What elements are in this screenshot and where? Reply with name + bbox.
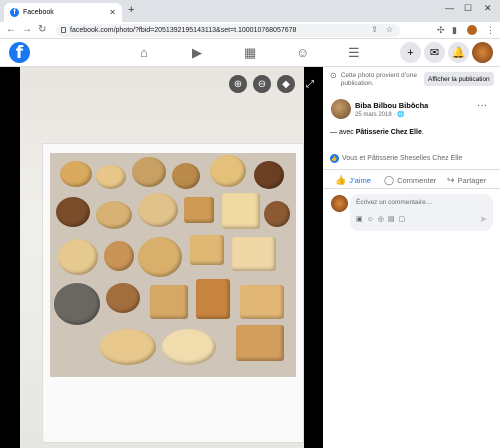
like-button[interactable]: 👍 J’aime [335,175,371,186]
thumbs-up-icon: 👍 [335,175,347,185]
photo-viewer: ⊕ ⊖ ◆ ⤢ [0,67,323,448]
pastry-tray-image [50,153,296,377]
sticker-icon: ▣ [356,216,367,223]
notifications-icon[interactable]: 🔔 [448,42,469,63]
show-post-button[interactable]: Afficher la publication [424,72,494,86]
profile-avatar[interactable] [467,25,477,35]
minimize-window-icon[interactable]: — [445,3,454,13]
post-date[interactable]: 25 mars 2018 · 🌐 [355,111,405,118]
more-options-icon[interactable]: ··· [477,100,487,111]
menu-icon[interactable]: ☰ [348,45,360,61]
back-icon[interactable]: ← [6,24,16,35]
groups-icon[interactable]: ☺ [296,45,309,60]
tag-icon[interactable]: ◆ [277,75,295,93]
fullscreen-icon[interactable]: ⤢ [301,75,319,93]
globe-icon: ⊙ [330,71,337,80]
gif-icon: ▤ [387,216,399,223]
bookmark-star-icon[interactable]: ☆ [386,25,393,34]
url-bar[interactable]: facebook.com/photo/?fbid=205139219514311… [56,24,400,37]
comment-input[interactable]: Écrivez un commentaire… ▣☺◎▤▢ ➤ [350,194,493,231]
share-button[interactable]: ↪ Partager [447,175,486,186]
share-arrow-icon: ↪ [447,175,455,185]
post-photo[interactable] [20,67,304,448]
public-globe-icon: 🌐 [397,112,405,118]
extensions-icon[interactable]: ✣ [437,25,445,36]
tagged-page-link[interactable]: Pâtisserie Chez Elle [356,129,422,136]
marketplace-icon[interactable]: ▦ [244,45,256,61]
comment-placeholder: Écrivez un commentaire… [356,199,433,206]
reactions-summary[interactable]: 👍 Vous et Pâtisserie Sheselles Chez Elle [330,154,462,163]
comment-tools[interactable]: ▣☺◎▤▢ [356,215,409,223]
like-reaction-icon: 👍 [330,154,339,163]
maximize-window-icon[interactable]: ☐ [464,3,472,14]
close-window-icon[interactable]: ✕ [484,3,492,14]
create-icon[interactable]: + [400,42,421,63]
browser-tab[interactable]: f Facebook ✕ [4,3,122,22]
zoom-out-icon[interactable]: ⊖ [253,75,271,93]
watch-icon[interactable]: ▶ [192,45,202,61]
post-notice: ⊙ Cette photo provient d’une publication… [330,72,420,88]
commenter-avatar [331,195,348,212]
avatar-sticker-icon: ▢ [398,216,410,223]
home-icon[interactable]: ⌂ [140,45,148,60]
notice-text: Cette photo provient d’une publication. [340,72,417,87]
sidepanel-icon[interactable]: ▮ [452,25,457,36]
camera-icon: ◎ [377,216,388,223]
reload-icon[interactable]: ↻ [38,24,46,35]
tab-title: Facebook [23,9,54,16]
zoom-in-icon[interactable]: ⊕ [229,75,247,93]
share-page-icon[interactable]: ⇪ [371,25,378,34]
facebook-header: f ⌂ ▶ ▦ ☺ ☰ + ✉ 🔔 [0,39,500,67]
url-text: facebook.com/photo/?fbid=205139219514311… [70,27,297,34]
close-tab-icon[interactable]: ✕ [109,8,116,17]
author-name[interactable]: Biba Bilbou Bibôcha [355,101,428,110]
emoji-icon: ☺ [366,216,378,223]
messenger-icon[interactable]: ✉ [424,42,445,63]
account-avatar[interactable] [472,42,493,63]
action-bar: 👍 J’aime ◯ Commenter ↪ Partager [323,169,500,189]
address-toolbar: ← → ↻ facebook.com/photo/?fbid=205139219… [0,22,500,39]
forward-icon[interactable]: → [22,24,32,35]
chrome-menu-icon[interactable]: ⋮ [486,25,495,36]
browser-tab-bar: f Facebook ✕ + — ☐ ✕ [0,0,500,22]
comment-bubble-icon: ◯ [384,175,395,185]
lock-icon [61,27,66,33]
send-icon[interactable]: ➤ [479,214,487,225]
new-tab-button[interactable]: + [128,4,134,16]
facebook-favicon-icon: f [10,8,19,17]
comment-button[interactable]: ◯ Commenter [384,175,436,186]
reactions-text: Vous et Pâtisserie Sheselles Chez Elle [342,155,463,162]
post-caption: — avec Pâtisserie Chez Elle. [330,129,424,136]
facebook-logo[interactable]: f [9,42,30,63]
post-side-panel: ⊙ Cette photo provient d’une publication… [323,67,500,448]
author-avatar[interactable] [331,99,351,119]
